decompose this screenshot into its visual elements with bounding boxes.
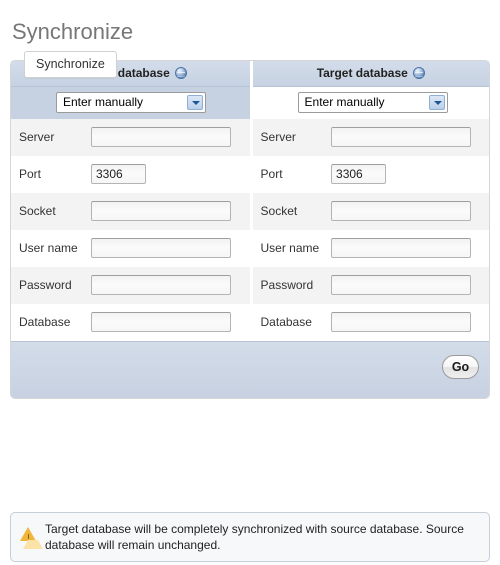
source-port-input[interactable]	[91, 164, 146, 184]
help-globe-icon[interactable]	[412, 67, 425, 79]
source-server-label: Server	[11, 118, 91, 156]
warning-triangle-icon	[20, 527, 43, 549]
source-socket-cell	[91, 192, 253, 230]
source-port-label: Port	[11, 155, 91, 193]
table-row: User name User name	[11, 229, 490, 267]
source-connection-select-value: Enter manually	[63, 95, 144, 110]
source-server-cell	[91, 118, 253, 156]
source-database-label: Database	[11, 303, 91, 341]
form-action-bar: Go	[11, 340, 489, 398]
table-row: Server Server	[11, 118, 490, 156]
table-row: Socket Socket	[11, 192, 490, 230]
target-connection-cell: Enter manually	[251, 86, 490, 119]
notice-box: Target database will be completely synch…	[10, 512, 490, 562]
source-password-cell	[91, 266, 253, 304]
source-connection-cell: Enter manually	[11, 86, 253, 119]
tab-synchronize-label: Synchronize	[36, 57, 105, 71]
target-socket-cell	[331, 192, 490, 230]
chevron-down-icon	[187, 95, 203, 111]
target-username-cell	[331, 229, 490, 267]
target-username-label: User name	[251, 229, 332, 267]
target-password-input[interactable]	[331, 275, 472, 295]
table-row: Password Password	[11, 266, 490, 304]
synchronize-page: Synchronize Synchronize Source database …	[0, 0, 500, 565]
target-database-label: Database	[251, 303, 332, 341]
target-port-input[interactable]	[331, 164, 387, 184]
source-password-label: Password	[11, 266, 91, 304]
target-database-header: Target database	[251, 61, 490, 87]
target-database-input[interactable]	[331, 312, 472, 332]
target-password-label: Password	[251, 266, 332, 304]
source-database-cell	[91, 303, 253, 341]
help-globe-icon[interactable]	[174, 67, 187, 79]
table-row: Database Database	[11, 303, 490, 341]
target-server-input[interactable]	[331, 127, 472, 147]
target-socket-input[interactable]	[331, 201, 472, 221]
target-port-cell	[331, 155, 490, 193]
source-connection-select[interactable]: Enter manually	[56, 92, 206, 114]
notice-text: Target database will be completely synch…	[45, 522, 464, 552]
target-server-cell	[331, 118, 490, 156]
target-database-cell	[331, 303, 490, 341]
source-password-input[interactable]	[91, 275, 231, 295]
chevron-down-icon	[428, 95, 445, 111]
tab-synchronize[interactable]: Synchronize	[24, 51, 117, 78]
target-socket-label: Socket	[251, 192, 332, 230]
synchronize-form: Source database Target database Enter ma…	[10, 60, 490, 399]
source-server-input[interactable]	[91, 127, 231, 147]
target-port-label: Port	[251, 155, 332, 193]
target-password-cell	[331, 266, 490, 304]
source-username-label: User name	[11, 229, 91, 267]
source-socket-input[interactable]	[91, 201, 231, 221]
page-title: Synchronize	[12, 18, 134, 44]
source-username-input[interactable]	[91, 238, 231, 258]
source-database-input[interactable]	[91, 312, 231, 332]
connection-select-row: Enter manually Enter manually	[11, 86, 490, 119]
target-username-input[interactable]	[331, 238, 472, 258]
source-port-cell	[91, 155, 253, 193]
source-username-cell	[91, 229, 253, 267]
target-server-label: Server	[251, 118, 332, 156]
target-database-header-label: Target database	[316, 66, 408, 80]
source-socket-label: Socket	[11, 192, 91, 230]
table-row: Port Port	[11, 155, 490, 193]
database-connection-table: Source database Target database Enter ma…	[11, 61, 490, 341]
target-connection-select[interactable]: Enter manually	[297, 92, 448, 114]
go-button[interactable]: Go	[442, 354, 479, 379]
target-connection-select-value: Enter manually	[304, 95, 385, 110]
